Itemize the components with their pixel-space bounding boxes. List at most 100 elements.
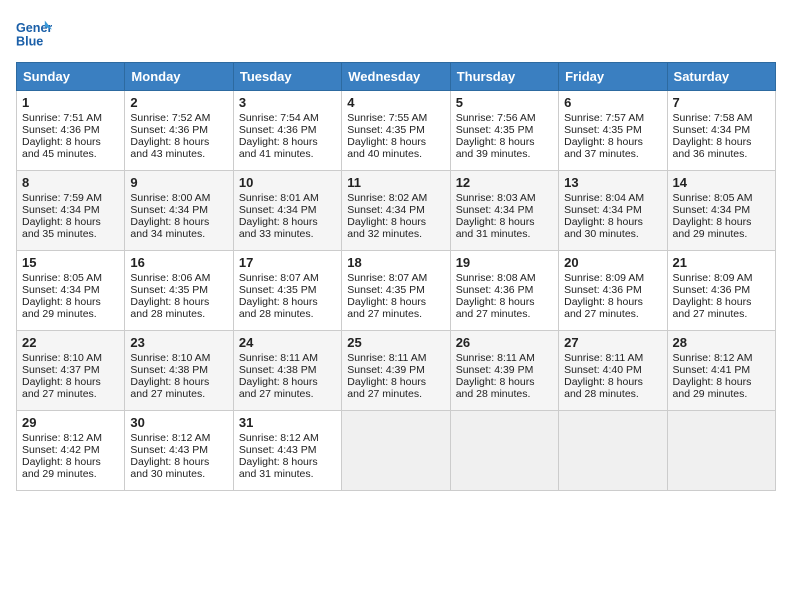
day-number: 7: [673, 95, 770, 110]
day-number: 9: [130, 175, 227, 190]
sunset: Sunset: 4:36 PM: [564, 284, 661, 296]
daylight: Daylight: 8 hours and 29 minutes.: [22, 296, 119, 320]
calendar-cell: 16Sunrise: 8:06 AMSunset: 4:35 PMDayligh…: [125, 251, 233, 331]
calendar-cell: 20Sunrise: 8:09 AMSunset: 4:36 PMDayligh…: [559, 251, 667, 331]
daylight: Daylight: 8 hours and 28 minutes.: [239, 296, 336, 320]
day-number: 6: [564, 95, 661, 110]
calendar-day-header: Wednesday: [342, 63, 450, 91]
sunset: Sunset: 4:38 PM: [130, 364, 227, 376]
sunrise: Sunrise: 8:12 AM: [673, 352, 770, 364]
logo-icon: General Blue: [16, 16, 52, 52]
daylight: Daylight: 8 hours and 30 minutes.: [130, 456, 227, 480]
calendar-cell: 23Sunrise: 8:10 AMSunset: 4:38 PMDayligh…: [125, 331, 233, 411]
calendar-cell: 31Sunrise: 8:12 AMSunset: 4:43 PMDayligh…: [233, 411, 341, 491]
daylight: Daylight: 8 hours and 37 minutes.: [564, 136, 661, 160]
daylight: Daylight: 8 hours and 39 minutes.: [456, 136, 553, 160]
day-number: 27: [564, 335, 661, 350]
daylight: Daylight: 8 hours and 32 minutes.: [347, 216, 444, 240]
calendar-week-row: 22Sunrise: 8:10 AMSunset: 4:37 PMDayligh…: [17, 331, 776, 411]
day-number: 23: [130, 335, 227, 350]
sunrise: Sunrise: 8:05 AM: [673, 192, 770, 204]
sunset: Sunset: 4:34 PM: [22, 284, 119, 296]
sunset: Sunset: 4:35 PM: [130, 284, 227, 296]
day-number: 1: [22, 95, 119, 110]
sunset: Sunset: 4:43 PM: [130, 444, 227, 456]
day-number: 22: [22, 335, 119, 350]
daylight: Daylight: 8 hours and 41 minutes.: [239, 136, 336, 160]
daylight: Daylight: 8 hours and 34 minutes.: [130, 216, 227, 240]
sunrise: Sunrise: 8:12 AM: [239, 432, 336, 444]
sunrise: Sunrise: 7:54 AM: [239, 112, 336, 124]
calendar-cell: 4Sunrise: 7:55 AMSunset: 4:35 PMDaylight…: [342, 91, 450, 171]
day-number: 4: [347, 95, 444, 110]
sunset: Sunset: 4:34 PM: [564, 204, 661, 216]
sunrise: Sunrise: 7:51 AM: [22, 112, 119, 124]
daylight: Daylight: 8 hours and 28 minutes.: [564, 376, 661, 400]
sunrise: Sunrise: 7:52 AM: [130, 112, 227, 124]
sunrise: Sunrise: 8:00 AM: [130, 192, 227, 204]
calendar-cell: 21Sunrise: 8:09 AMSunset: 4:36 PMDayligh…: [667, 251, 775, 331]
calendar-day-header: Saturday: [667, 63, 775, 91]
calendar-cell: 6Sunrise: 7:57 AMSunset: 4:35 PMDaylight…: [559, 91, 667, 171]
day-number: 16: [130, 255, 227, 270]
sunset: Sunset: 4:43 PM: [239, 444, 336, 456]
daylight: Daylight: 8 hours and 27 minutes.: [130, 376, 227, 400]
daylight: Daylight: 8 hours and 27 minutes.: [456, 296, 553, 320]
calendar-cell: 29Sunrise: 8:12 AMSunset: 4:42 PMDayligh…: [17, 411, 125, 491]
daylight: Daylight: 8 hours and 40 minutes.: [347, 136, 444, 160]
sunrise: Sunrise: 8:01 AM: [239, 192, 336, 204]
logo: General Blue: [16, 16, 52, 52]
calendar-cell: 24Sunrise: 8:11 AMSunset: 4:38 PMDayligh…: [233, 331, 341, 411]
calendar-cell: 7Sunrise: 7:58 AMSunset: 4:34 PMDaylight…: [667, 91, 775, 171]
sunset: Sunset: 4:42 PM: [22, 444, 119, 456]
calendar-cell: 10Sunrise: 8:01 AMSunset: 4:34 PMDayligh…: [233, 171, 341, 251]
calendar-body: 1Sunrise: 7:51 AMSunset: 4:36 PMDaylight…: [17, 91, 776, 491]
daylight: Daylight: 8 hours and 31 minutes.: [456, 216, 553, 240]
daylight: Daylight: 8 hours and 27 minutes.: [347, 296, 444, 320]
day-number: 11: [347, 175, 444, 190]
sunrise: Sunrise: 8:12 AM: [130, 432, 227, 444]
daylight: Daylight: 8 hours and 27 minutes.: [564, 296, 661, 320]
sunset: Sunset: 4:36 PM: [673, 284, 770, 296]
calendar-week-row: 29Sunrise: 8:12 AMSunset: 4:42 PMDayligh…: [17, 411, 776, 491]
calendar-day-header: Monday: [125, 63, 233, 91]
sunset: Sunset: 4:34 PM: [347, 204, 444, 216]
sunset: Sunset: 4:40 PM: [564, 364, 661, 376]
daylight: Daylight: 8 hours and 27 minutes.: [347, 376, 444, 400]
day-number: 20: [564, 255, 661, 270]
day-number: 17: [239, 255, 336, 270]
daylight: Daylight: 8 hours and 31 minutes.: [239, 456, 336, 480]
daylight: Daylight: 8 hours and 43 minutes.: [130, 136, 227, 160]
sunset: Sunset: 4:35 PM: [456, 124, 553, 136]
day-number: 28: [673, 335, 770, 350]
calendar-cell: 11Sunrise: 8:02 AMSunset: 4:34 PMDayligh…: [342, 171, 450, 251]
daylight: Daylight: 8 hours and 29 minutes.: [673, 216, 770, 240]
calendar-cell: 25Sunrise: 8:11 AMSunset: 4:39 PMDayligh…: [342, 331, 450, 411]
sunset: Sunset: 4:41 PM: [673, 364, 770, 376]
day-number: 2: [130, 95, 227, 110]
calendar-header-row: SundayMondayTuesdayWednesdayThursdayFrid…: [17, 63, 776, 91]
sunrise: Sunrise: 7:56 AM: [456, 112, 553, 124]
daylight: Daylight: 8 hours and 27 minutes.: [673, 296, 770, 320]
day-number: 14: [673, 175, 770, 190]
calendar-week-row: 8Sunrise: 7:59 AMSunset: 4:34 PMDaylight…: [17, 171, 776, 251]
calendar-cell: [450, 411, 558, 491]
sunset: Sunset: 4:34 PM: [456, 204, 553, 216]
day-number: 15: [22, 255, 119, 270]
sunset: Sunset: 4:34 PM: [673, 124, 770, 136]
calendar-cell: 18Sunrise: 8:07 AMSunset: 4:35 PMDayligh…: [342, 251, 450, 331]
day-number: 12: [456, 175, 553, 190]
calendar-day-header: Friday: [559, 63, 667, 91]
calendar-week-row: 1Sunrise: 7:51 AMSunset: 4:36 PMDaylight…: [17, 91, 776, 171]
calendar-cell: 8Sunrise: 7:59 AMSunset: 4:34 PMDaylight…: [17, 171, 125, 251]
day-number: 30: [130, 415, 227, 430]
day-number: 25: [347, 335, 444, 350]
sunrise: Sunrise: 8:11 AM: [347, 352, 444, 364]
page-header: General Blue: [16, 16, 776, 52]
sunrise: Sunrise: 8:09 AM: [673, 272, 770, 284]
daylight: Daylight: 8 hours and 30 minutes.: [564, 216, 661, 240]
sunrise: Sunrise: 8:07 AM: [347, 272, 444, 284]
sunset: Sunset: 4:39 PM: [456, 364, 553, 376]
daylight: Daylight: 8 hours and 28 minutes.: [456, 376, 553, 400]
calendar-cell: 14Sunrise: 8:05 AMSunset: 4:34 PMDayligh…: [667, 171, 775, 251]
